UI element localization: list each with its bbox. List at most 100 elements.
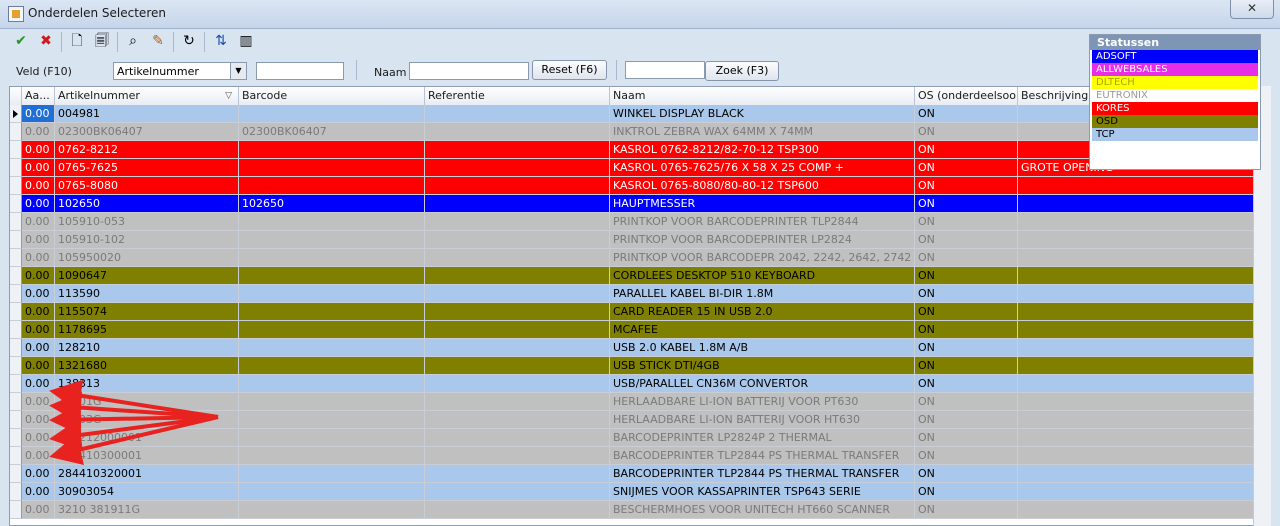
cell-artikelnummer[interactable]: 02300BK06407	[55, 123, 239, 141]
cell-artikelnummer[interactable]: 105910-053	[55, 213, 239, 231]
cell-aa[interactable]: 0.00	[22, 249, 55, 267]
table-row[interactable]: 0.00 105910-053 PRINTKOP VOOR BARCODEPRINT…	[10, 213, 1270, 231]
sort-az-icon[interactable]: ⇅	[210, 30, 232, 52]
cell-os[interactable]: ON	[915, 465, 1018, 483]
cell-naam[interactable]: PARALLEL KABEL BI-DIR 1.8M	[610, 285, 915, 303]
cell-barcode[interactable]	[239, 447, 425, 465]
row-selector[interactable]	[10, 213, 22, 231]
zoek-input[interactable]	[625, 61, 705, 79]
cell-beschrijving[interactable]	[1018, 285, 1254, 303]
table-row[interactable]: 0.00 128210 USB 2.0 KABEL 1.8M A/B ON	[10, 339, 1270, 357]
cell-os[interactable]: ON	[915, 375, 1018, 393]
cell-aa[interactable]: 0.00	[22, 105, 55, 123]
cell-naam[interactable]: USB STICK DTI/4GB	[610, 357, 915, 375]
cell-beschrijving[interactable]	[1018, 501, 1254, 519]
parts-grid[interactable]: Aa... Artikelnummer ▽ Barcode Referentie…	[9, 86, 1271, 526]
cell-naam[interactable]: WINKEL DISPLAY BLACK	[610, 105, 915, 123]
refresh-icon[interactable]: ↻	[178, 30, 200, 52]
cell-os[interactable]: ON	[915, 411, 1018, 429]
cell-naam[interactable]: BARCODEPRINTER TLP2844 PS THERMAL TRANSF…	[610, 465, 915, 483]
cell-referentie[interactable]	[425, 177, 610, 195]
table-row[interactable]: 0.00 30903054 SNIJMES VOOR KASSAPRINTER TS…	[10, 483, 1270, 501]
cell-beschrijving[interactable]	[1018, 411, 1254, 429]
cell-referentie[interactable]	[425, 429, 610, 447]
table-row[interactable]: 0.00 18503G HERLAADBARE LI-ION BATTERIJ VO…	[10, 411, 1270, 429]
cell-artikelnummer[interactable]: 0762-8212	[55, 141, 239, 159]
cell-artikelnummer[interactable]: 0765-7625	[55, 159, 239, 177]
cell-beschrijving[interactable]	[1018, 213, 1254, 231]
confirm-icon[interactable]: ✔	[10, 30, 32, 52]
cell-barcode[interactable]	[239, 375, 425, 393]
cell-naam[interactable]: CARD READER 15 IN USB 2.0	[610, 303, 915, 321]
cell-artikelnummer[interactable]: 138313	[55, 375, 239, 393]
cell-referentie[interactable]	[425, 213, 610, 231]
cell-referentie[interactable]	[425, 393, 610, 411]
cell-artikelnummer[interactable]: 1321680	[55, 357, 239, 375]
table-row[interactable]: 0.00 1155074 CARD READER 15 IN USB 2.0 ON	[10, 303, 1270, 321]
row-selector[interactable]	[10, 267, 22, 285]
cell-beschrijving[interactable]	[1018, 303, 1254, 321]
cell-referentie[interactable]	[425, 483, 610, 501]
close-button[interactable]: ✕	[1230, 0, 1274, 19]
cell-barcode[interactable]	[239, 141, 425, 159]
cell-naam[interactable]: KASROL 0762-8212/82-70-12 TSP300	[610, 141, 915, 159]
cell-aa[interactable]: 0.00	[22, 321, 55, 339]
cell-barcode[interactable]	[239, 357, 425, 375]
cell-os[interactable]: ON	[915, 303, 1018, 321]
cell-beschrijving[interactable]	[1018, 393, 1254, 411]
field-text-input[interactable]	[256, 62, 344, 80]
cell-artikelnummer[interactable]: 284410300001	[55, 447, 239, 465]
cell-referentie[interactable]	[425, 375, 610, 393]
cell-os[interactable]: ON	[915, 267, 1018, 285]
cell-barcode[interactable]	[239, 501, 425, 519]
cell-os[interactable]: ON	[915, 249, 1018, 267]
zoek-button[interactable]: Zoek (F3)	[705, 61, 779, 81]
cell-barcode[interactable]	[239, 429, 425, 447]
cell-os[interactable]: ON	[915, 447, 1018, 465]
cell-artikelnummer[interactable]: 128210	[55, 339, 239, 357]
cell-artikelnummer[interactable]: 113590	[55, 285, 239, 303]
table-row[interactable]: 0.00 284212000001 BARCODEPRINTER LP2824P 2…	[10, 429, 1270, 447]
cancel-icon[interactable]: ✖	[35, 30, 57, 52]
new-document-icon[interactable]: 🗋	[66, 30, 88, 52]
cell-barcode[interactable]	[239, 249, 425, 267]
cell-naam[interactable]: BESCHERMHOES VOOR UNITECH HT660 SCANNER	[610, 501, 915, 519]
cell-referentie[interactable]	[425, 447, 610, 465]
cell-naam[interactable]: SNIJMES VOOR KASSAPRINTER TSP643 SERIE	[610, 483, 915, 501]
cell-referentie[interactable]	[425, 123, 610, 141]
column-header-naam[interactable]: Naam	[610, 87, 915, 105]
cell-os[interactable]: ON	[915, 357, 1018, 375]
cell-referentie[interactable]	[425, 141, 610, 159]
cell-artikelnummer[interactable]: 004981	[55, 105, 239, 123]
field-select[interactable]: Artikelnummer ▼	[113, 62, 247, 80]
column-header-os[interactable]: OS (onderdeelsoort)	[915, 87, 1018, 105]
cell-os[interactable]: ON	[915, 123, 1018, 141]
table-row[interactable]: 0.00 18501G HERLAADBARE LI-ION BATTERIJ VO…	[10, 393, 1270, 411]
chevron-down-icon[interactable]: ▼	[230, 63, 246, 79]
column-header-artikelnummer[interactable]: Artikelnummer ▽	[55, 87, 239, 105]
cell-aa[interactable]: 0.00	[22, 393, 55, 411]
cell-aa[interactable]: 0.00	[22, 429, 55, 447]
row-selector[interactable]	[10, 375, 22, 393]
cell-os[interactable]: ON	[915, 231, 1018, 249]
cell-artikelnummer[interactable]: 1155074	[55, 303, 239, 321]
row-selector[interactable]	[10, 303, 22, 321]
cell-aa[interactable]: 0.00	[22, 195, 55, 213]
cell-aa[interactable]: 0.00	[22, 447, 55, 465]
cell-barcode[interactable]	[239, 411, 425, 429]
cell-beschrijving[interactable]	[1018, 357, 1254, 375]
cell-barcode[interactable]	[239, 465, 425, 483]
cell-naam[interactable]: CORDLEES DESKTOP 510 KEYBOARD	[610, 267, 915, 285]
cell-beschrijving[interactable]	[1018, 375, 1254, 393]
cell-naam[interactable]: KASROL 0765-7625/76 X 58 X 25 COMP +	[610, 159, 915, 177]
cell-artikelnummer[interactable]: 3210 381911G	[55, 501, 239, 519]
row-selector[interactable]	[10, 501, 22, 519]
row-selector[interactable]	[10, 465, 22, 483]
cell-naam[interactable]: PRINTKOP VOOR BARCODEPR 2042, 2242, 2642…	[610, 249, 915, 267]
cell-artikelnummer[interactable]: 105950020	[55, 249, 239, 267]
cell-beschrijving[interactable]	[1018, 447, 1254, 465]
cell-naam[interactable]: HAUPTMESSER	[610, 195, 915, 213]
cell-naam[interactable]: USB/PARALLEL CN36M CONVERTOR	[610, 375, 915, 393]
row-selector[interactable]	[10, 195, 22, 213]
cell-os[interactable]: ON	[915, 483, 1018, 501]
